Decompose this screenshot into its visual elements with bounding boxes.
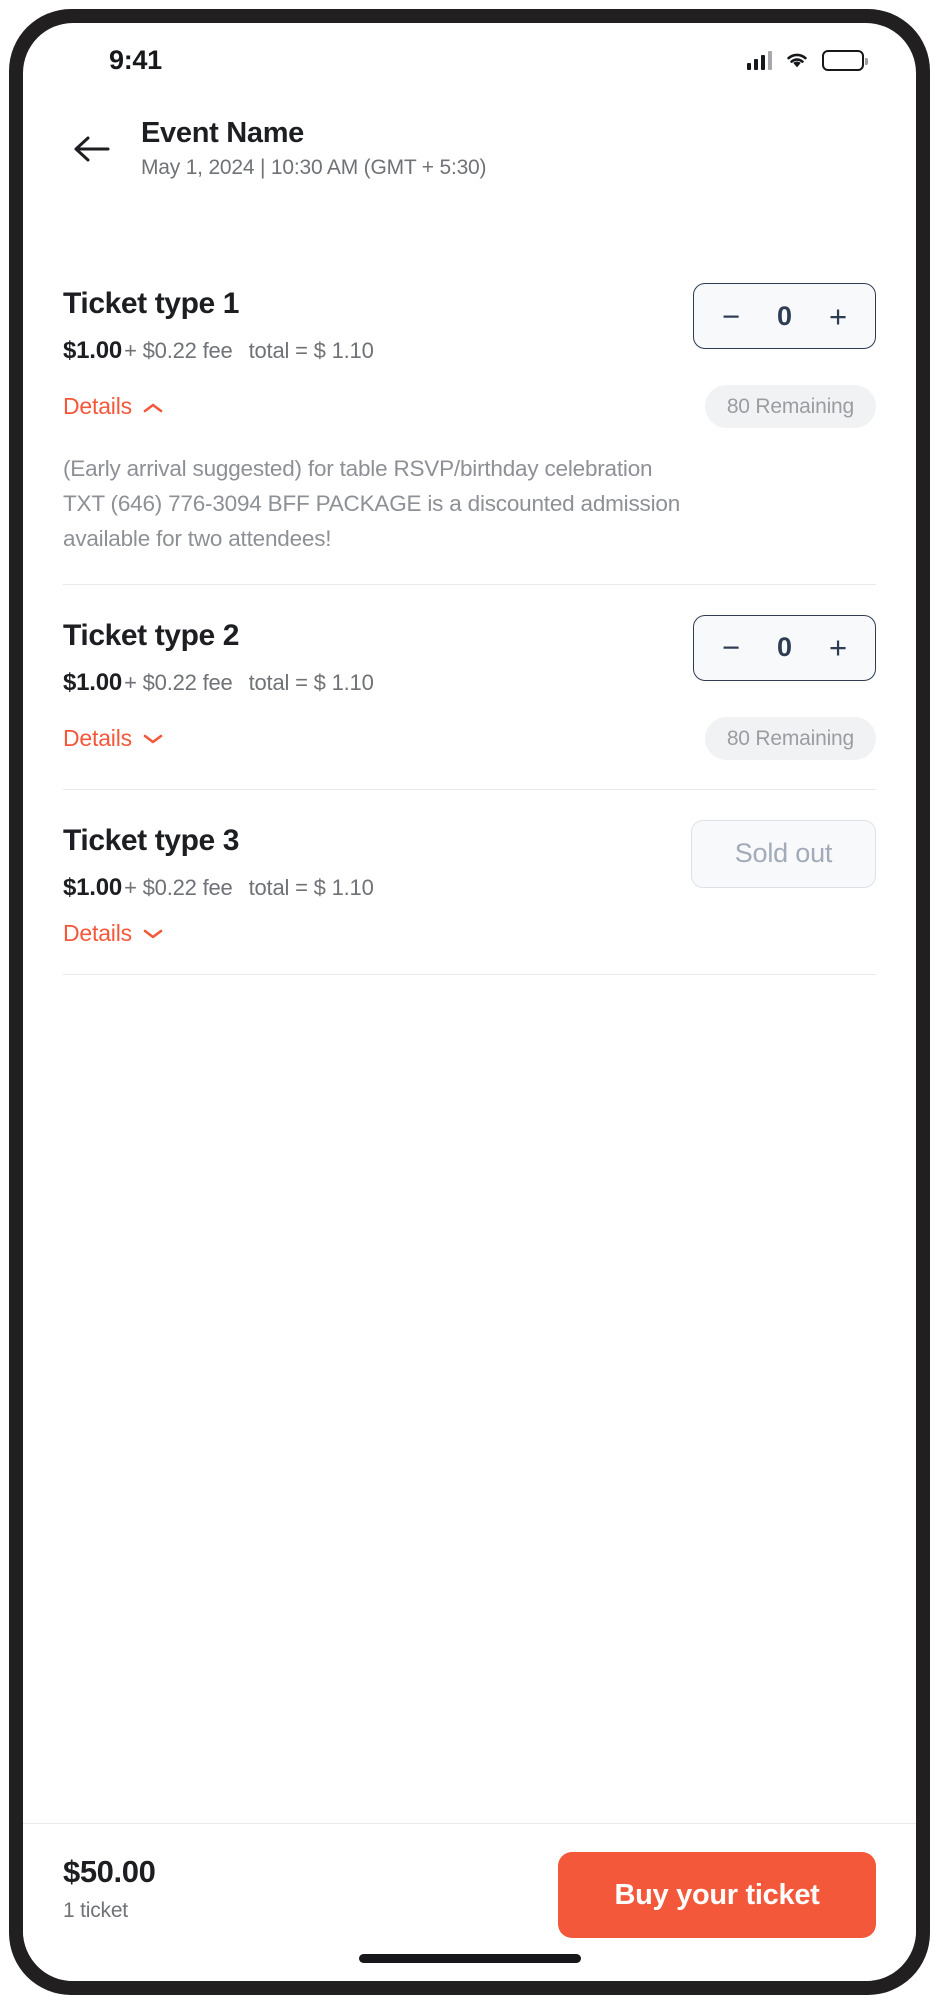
quantity-stepper[interactable]: − 0 + bbox=[693, 614, 876, 681]
chevron-down-icon bbox=[143, 927, 163, 939]
ticket-main-row: Ticket type 3 $1.00+ $0.22 fee total = $ … bbox=[63, 819, 876, 900]
stepper-value: 0 bbox=[776, 300, 793, 331]
status-bar-icons bbox=[746, 49, 868, 71]
details-label: Details bbox=[63, 393, 132, 419]
status-bar-time: 9:41 bbox=[109, 44, 162, 75]
quantity-stepper[interactable]: − 0 + bbox=[693, 283, 876, 349]
order-total-block: $50.00 1 ticket bbox=[63, 1852, 156, 1922]
buy-ticket-button[interactable]: Buy your ticket bbox=[558, 1852, 876, 1938]
event-datetime: May 1, 2024 | 10:30 AM (GMT + 5:30) bbox=[141, 156, 487, 179]
ticket-list: Ticket type 1 $1.00+ $0.22 fee total = $ … bbox=[23, 253, 916, 1823]
ticket-price-line: $1.00+ $0.22 fee total = $ 1.10 bbox=[63, 339, 374, 363]
ticket-price: $1.00 bbox=[63, 873, 123, 901]
ticket-main-row: Ticket type 2 $1.00+ $0.22 fee total = $ … bbox=[63, 614, 876, 695]
details-toggle[interactable]: Details bbox=[63, 919, 163, 946]
stepper-decrement-button[interactable]: − bbox=[716, 632, 746, 663]
back-arrow-icon bbox=[74, 136, 110, 161]
cellular-signal-icon bbox=[746, 50, 772, 70]
ticket-info: Ticket type 1 $1.00+ $0.22 fee total = $ … bbox=[63, 283, 374, 363]
ticket-price: $1.00 bbox=[63, 668, 123, 696]
stepper-increment-button[interactable]: + bbox=[823, 632, 853, 663]
back-button[interactable] bbox=[63, 120, 121, 178]
ticket-info: Ticket type 3 $1.00+ $0.22 fee total = $ … bbox=[63, 820, 374, 900]
order-total-amount: $50.00 bbox=[63, 1854, 156, 1889]
status-bar: 9:41 bbox=[23, 23, 916, 97]
home-indicator bbox=[358, 1954, 581, 1963]
wifi-icon bbox=[784, 50, 810, 70]
chevron-up-icon bbox=[143, 401, 163, 413]
details-row: Details bbox=[63, 919, 876, 946]
stepper-value: 0 bbox=[776, 632, 793, 663]
details-row: Details 80 Remaining bbox=[63, 385, 876, 428]
details-toggle[interactable]: Details bbox=[63, 395, 163, 418]
sold-out-button: Sold out bbox=[691, 819, 876, 888]
ticket-name: Ticket type 2 bbox=[63, 618, 240, 652]
details-row: Details 80 Remaining bbox=[63, 716, 876, 760]
ticket-fee: + $0.22 fee bbox=[124, 669, 233, 695]
ticket-row: Ticket type 1 $1.00+ $0.22 fee total = $ … bbox=[23, 253, 916, 585]
ticket-total: total = $ 1.10 bbox=[248, 338, 374, 363]
row-spacer bbox=[63, 945, 876, 975]
ticket-price-line: $1.00+ $0.22 fee total = $ 1.10 bbox=[63, 873, 374, 901]
ticket-price: $1.00 bbox=[63, 337, 123, 364]
ticket-main-row: Ticket type 1 $1.00+ $0.22 fee total = $ … bbox=[63, 283, 876, 363]
ticket-fee: + $0.22 fee bbox=[124, 874, 233, 900]
details-label: Details bbox=[63, 919, 132, 946]
ticket-name: Ticket type 1 bbox=[63, 287, 240, 320]
ticket-total: total = $ 1.10 bbox=[248, 669, 374, 695]
ticket-price-line: $1.00+ $0.22 fee total = $ 1.10 bbox=[63, 668, 374, 696]
order-ticket-count: 1 ticket bbox=[63, 1899, 128, 1922]
details-toggle[interactable]: Details bbox=[63, 724, 163, 751]
ticket-info: Ticket type 2 $1.00+ $0.22 fee total = $ … bbox=[63, 615, 374, 695]
phone-frame: 9:41 Event Name May 1, 2024 | 10:30 AM (… bbox=[9, 9, 930, 1995]
page-header: Event Name May 1, 2024 | 10:30 AM (GMT +… bbox=[23, 119, 916, 178]
ticket-name: Ticket type 3 bbox=[63, 823, 240, 857]
phone-screen: 9:41 Event Name May 1, 2024 | 10:30 AM (… bbox=[23, 23, 916, 1981]
remaining-badge: 80 Remaining bbox=[704, 716, 876, 760]
battery-icon bbox=[822, 49, 868, 71]
ticket-fee: + $0.22 fee bbox=[124, 338, 233, 363]
stepper-increment-button[interactable]: + bbox=[823, 301, 853, 332]
ticket-description: (Early arrival suggested) for table RSVP… bbox=[63, 456, 681, 551]
ticket-row: Ticket type 2 $1.00+ $0.22 fee total = $ … bbox=[23, 585, 916, 790]
chevron-down-icon bbox=[143, 732, 163, 744]
stepper-decrement-button[interactable]: − bbox=[716, 301, 746, 332]
row-spacer bbox=[63, 760, 876, 790]
page-title: Event Name bbox=[141, 117, 305, 149]
header-text-block: Event Name May 1, 2024 | 10:30 AM (GMT +… bbox=[141, 117, 487, 179]
ticket-row: Ticket type 3 $1.00+ $0.22 fee total = $ … bbox=[23, 790, 916, 975]
details-label: Details bbox=[63, 724, 132, 751]
ticket-total: total = $ 1.10 bbox=[248, 874, 374, 900]
remaining-badge: 80 Remaining bbox=[704, 385, 876, 428]
